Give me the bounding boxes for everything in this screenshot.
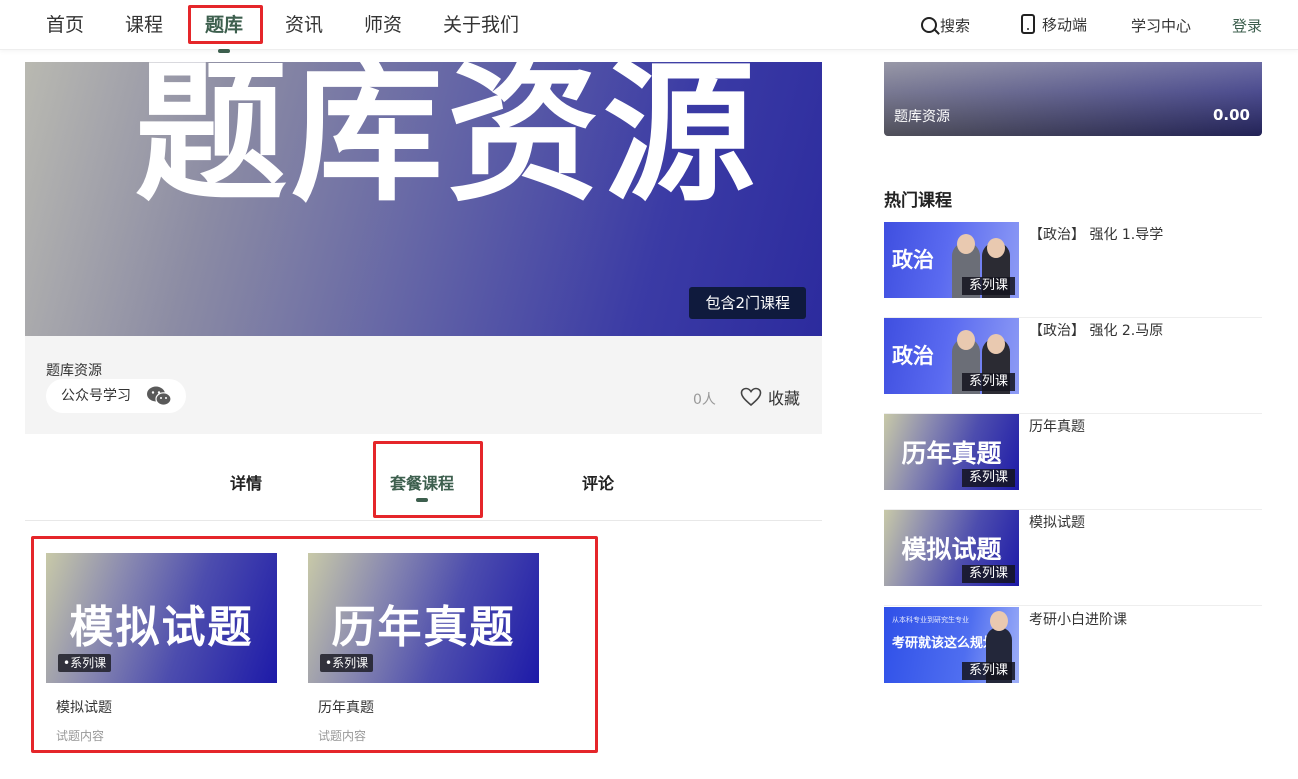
search-link[interactable]: 搜索: [921, 15, 970, 35]
hot-course-name: 【政治】 强化 2.马原: [1029, 323, 1164, 339]
course-count-badge: 包含2门课程: [689, 287, 806, 319]
hero-banner: 题库资源 包含2门课程: [25, 62, 822, 336]
sidebar-banner-title: 题库资源: [894, 109, 950, 125]
hot-course-item[interactable]: 政治 系列课 【政治】 强化 1.导学: [884, 222, 1262, 318]
highlight-box-tab: [373, 441, 483, 518]
hot-thumb-text: 历年真题: [901, 439, 1002, 468]
favorite-button[interactable]: 收藏: [740, 385, 800, 409]
teacher-head: [990, 611, 1008, 631]
hot-course-item[interactable]: 模拟试题 系列课 模拟试题: [884, 510, 1262, 606]
hot-course-name: 历年真题: [1029, 419, 1085, 435]
favorite-label: 收藏: [768, 389, 801, 408]
nav-item-courses[interactable]: 课程: [125, 12, 163, 38]
nav-item-news[interactable]: 资讯: [285, 12, 323, 38]
series-tag: 系列课: [961, 662, 1015, 680]
phone-icon: [1021, 14, 1035, 34]
hot-course-name: 【政治】 强化 1.导学: [1029, 227, 1164, 243]
series-tag: 系列课: [961, 469, 1015, 487]
hot-thumb-text: 政治: [892, 344, 934, 368]
wechat-pill[interactable]: 公众号学习: [46, 379, 186, 413]
tab-details[interactable]: 详情: [230, 470, 262, 494]
teacher-head: [957, 330, 975, 350]
search-label: 搜索: [940, 16, 971, 35]
mobile-label: 移动端: [1042, 15, 1088, 34]
wechat-icon: [147, 386, 172, 406]
teacher-head: [957, 234, 975, 254]
highlight-box-nav: [188, 5, 263, 44]
hot-course-thumbnail: 模拟试题 系列课: [884, 510, 1019, 586]
hot-course-thumbnail: 政治 系列课: [884, 222, 1019, 298]
hot-course-thumbnail: 政治 系列课: [884, 318, 1019, 394]
series-tag: 系列课: [961, 565, 1015, 583]
hot-thumb-text: 考研就该这么规划: [892, 636, 997, 651]
nav-item-about[interactable]: 关于我们: [443, 12, 519, 38]
package-title: 题库资源: [46, 363, 102, 379]
hot-thumb-text: 政治: [892, 248, 934, 272]
hot-course-name: 模拟试题: [1029, 515, 1085, 531]
info-bar: 题库资源 公众号学习 0人 收藏: [25, 336, 822, 434]
hot-course-item[interactable]: 从本科专业到研究生专业 考研就该这么规划 系列课 考研小白进阶课: [884, 607, 1262, 703]
tab-comments[interactable]: 评论: [582, 470, 614, 494]
series-tag: 系列课: [961, 277, 1015, 295]
hot-thumb-subtext: 从本科专业到研究生专业: [892, 616, 969, 624]
active-indicator: [218, 49, 230, 53]
hot-course-name: 考研小白进阶课: [1029, 612, 1127, 628]
hot-course-item[interactable]: 政治 系列课 【政治】 强化 2.马原: [884, 318, 1262, 414]
nav-item-home[interactable]: 首页: [46, 12, 84, 38]
hot-course-thumbnail: 从本科专业到研究生专业 考研就该这么规划 系列课: [884, 607, 1019, 683]
sidebar-package-banner[interactable]: 题库资源 0.00: [884, 62, 1262, 136]
hero-image-text: 题库资源: [135, 62, 759, 222]
sidebar-banner-price: 0.00: [1212, 106, 1250, 124]
search-icon: [921, 17, 937, 33]
people-count: 0人: [693, 392, 716, 408]
hot-thumb-text: 模拟试题: [901, 535, 1002, 564]
hot-courses-heading: 热门课程: [884, 191, 952, 211]
teacher-head: [987, 334, 1005, 354]
highlight-box-courses: [31, 536, 598, 753]
mobile-link[interactable]: 移动端: [1021, 14, 1087, 34]
login-link[interactable]: 登录: [1232, 15, 1262, 35]
study-center-link[interactable]: 学习中心: [1131, 15, 1191, 35]
series-tag: 系列课: [961, 373, 1015, 391]
nav-item-teachers[interactable]: 师资: [364, 12, 402, 38]
wechat-pill-label: 公众号学习: [61, 388, 131, 404]
heart-icon: [740, 387, 762, 407]
hot-course-item[interactable]: 历年真题 系列课 历年真题: [884, 414, 1262, 510]
teacher-head: [987, 238, 1005, 258]
hot-course-thumbnail: 历年真题 系列课: [884, 414, 1019, 490]
